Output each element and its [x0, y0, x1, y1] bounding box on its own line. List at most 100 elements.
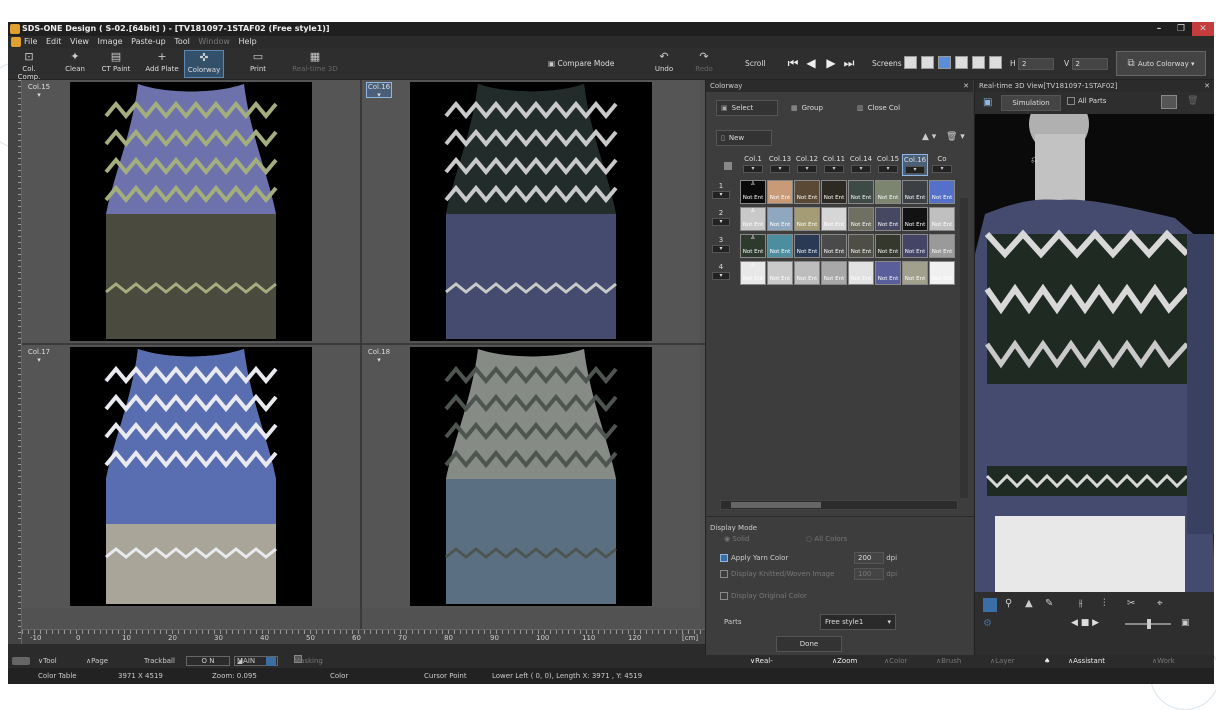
colorway-row-header[interactable]: 2 ▾: [710, 209, 732, 231]
colorway-horizontal-scrollbar[interactable]: [720, 500, 958, 510]
color-cell[interactable]: ♙ Not Ent: [740, 234, 766, 258]
camera-icon[interactable]: ▣: [983, 97, 992, 108]
realtime-3d-button[interactable]: ▦ Real-time 3D: [290, 50, 340, 78]
display-original-color-checkbox[interactable]: Display Original Color: [720, 592, 807, 600]
rotate-icon[interactable]: ⎌: [1031, 155, 1037, 164]
next-page-icon[interactable]: ▶: [824, 56, 838, 70]
col-comp-button[interactable]: ⊡ Col. Comp.: [12, 50, 46, 82]
needles-icon[interactable]: ⫲: [1079, 598, 1082, 609]
apply-yarn-color-checkbox[interactable]: Apply Yarn Color: [720, 554, 788, 562]
work-menu[interactable]: ∧ Work Menu: [1152, 655, 1176, 678]
color-cell[interactable]: Not Ent: [902, 180, 928, 204]
screen-layout-2-icon[interactable]: [921, 56, 934, 69]
color-cell[interactable]: Not Ent: [848, 180, 874, 204]
color-cell[interactable]: Not Ent: [848, 261, 874, 285]
color-cell[interactable]: ♙ Not Ent: [740, 261, 766, 285]
screen-layout-1-icon[interactable]: [904, 56, 917, 69]
menu-view[interactable]: View: [70, 37, 89, 46]
color-cell[interactable]: Not Ent: [821, 261, 847, 285]
scissors-icon[interactable]: ✂: [1127, 598, 1135, 609]
delete-icon[interactable]: 🗑 ▾: [946, 132, 965, 142]
chevron-down-icon[interactable]: ▾: [712, 191, 730, 199]
layer-menu[interactable]: ∧ Layer Menu: [990, 655, 1015, 678]
menu-file[interactable]: File: [24, 37, 37, 46]
color-cell[interactable]: ♙ Not Ent: [740, 180, 766, 204]
colorway-pane[interactable]: Col.17 ▾: [22, 345, 360, 608]
menu-help[interactable]: Help: [239, 37, 257, 46]
chevron-down-icon[interactable]: ▾: [743, 165, 763, 173]
close-button[interactable]: ✕: [1192, 22, 1214, 36]
done-button[interactable]: Done: [776, 636, 842, 652]
colorway-column-header[interactable]: Col.12 ▾: [794, 154, 820, 176]
realtime-3d-view-menu[interactable]: ∨ Real-time 3D View: [750, 655, 773, 684]
color-cell[interactable]: Not Ent: [767, 234, 793, 258]
close-3d-icon[interactable]: ✕: [1204, 80, 1210, 92]
pane-label[interactable]: Col.15 ▾: [26, 82, 52, 99]
group-button[interactable]: ▦ Group: [786, 100, 842, 116]
compare-mode-button[interactable]: ▣ Compare Mode: [548, 48, 614, 80]
color-cell[interactable]: Not Ent: [875, 207, 901, 231]
layer-icon[interactable]: [266, 657, 276, 666]
chevron-down-icon[interactable]: ▾: [712, 272, 730, 280]
color-cell[interactable]: Not Ent: [929, 234, 955, 258]
chevron-down-icon[interactable]: ▾: [878, 165, 898, 173]
menu-paste-up[interactable]: Paste-up: [131, 37, 166, 46]
h-spinner[interactable]: H 2: [1010, 48, 1055, 80]
color-cell[interactable]: Not Ent: [794, 234, 820, 258]
maximize-button[interactable]: ❐: [1170, 22, 1192, 36]
color-cell[interactable]: Not Ent: [767, 207, 793, 231]
colorway-column-header[interactable]: Col.16 ▾: [902, 154, 928, 176]
screen-layout-4-icon[interactable]: [938, 56, 951, 69]
colorway-vertical-scrollbar[interactable]: [960, 198, 968, 498]
chevron-down-icon[interactable]: ▾: [770, 165, 790, 173]
brush-menu[interactable]: ∧ Brush Menu: [936, 655, 961, 678]
chevron-down-icon[interactable]: ▾: [712, 245, 730, 253]
horizontal-scrollbar[interactable]: [8, 644, 705, 655]
colorway-pane[interactable]: Col.16 ▾: [362, 80, 700, 343]
screen-layout-h-icon[interactable]: [955, 56, 968, 69]
prev-page-icon[interactable]: ◀: [804, 56, 818, 70]
color-cell[interactable]: Not Ent: [767, 180, 793, 204]
color-cell[interactable]: Not Ent: [794, 261, 820, 285]
redo-button[interactable]: ↷ Redo: [692, 50, 716, 78]
clean-button[interactable]: ✦ Clean: [60, 50, 90, 78]
cone-icon[interactable]: ▲: [1025, 598, 1033, 609]
pane-label[interactable]: Col.18 ▾: [366, 347, 392, 364]
assistant-icon[interactable]: ♠: [1044, 655, 1050, 668]
panel-toggle-icon[interactable]: [12, 657, 30, 665]
page-list-toggle[interactable]: ∧ Page List: [86, 655, 108, 678]
v-spinner[interactable]: V 2: [1064, 48, 1108, 80]
all-colors-radio[interactable]: ○ All Colors: [806, 535, 847, 543]
close-col-button[interactable]: ▥ Close Col: [852, 100, 918, 116]
chevron-down-icon[interactable]: ▾: [932, 165, 952, 173]
3d-model-view[interactable]: ⎌: [975, 114, 1214, 592]
colorway-row-header[interactable]: 1 ▾: [710, 182, 732, 204]
play-controls-icon[interactable]: ◀ ■ ▶: [1071, 618, 1099, 628]
pin-icon[interactable]: ⚲: [1005, 598, 1012, 609]
display-knitted-checkbox[interactable]: Display Knitted/Woven Image: [720, 570, 834, 578]
slider-thumb[interactable]: [1147, 619, 1151, 629]
add-plate-button[interactable]: + Add Plate: [142, 50, 182, 78]
colorway-column-header[interactable]: Col.13 ▾: [767, 154, 793, 176]
yarn-cone-icon[interactable]: ▲ ▾: [922, 132, 936, 142]
screenshot-icon[interactable]: [1161, 95, 1177, 109]
chevron-down-icon[interactable]: ▾: [824, 165, 844, 173]
chevron-down-icon[interactable]: ▾: [905, 166, 925, 174]
shirt-icon[interactable]: [983, 598, 997, 612]
color-cell[interactable]: Not Ent: [929, 207, 955, 231]
dpi-input-2[interactable]: 100 dpi: [854, 568, 897, 580]
first-page-icon[interactable]: ⏮: [786, 56, 800, 70]
color-cell[interactable]: Not Ent: [794, 180, 820, 204]
trash-icon[interactable]: 🗑: [1187, 96, 1198, 106]
pane-label[interactable]: Col.16 ▾: [366, 82, 392, 99]
color-cell[interactable]: Not Ent: [821, 207, 847, 231]
all-parts-checkbox[interactable]: All Parts: [1067, 97, 1106, 105]
color-cell[interactable]: Not Ent: [929, 261, 955, 285]
minimize-button[interactable]: –: [1148, 22, 1170, 36]
menu-image[interactable]: Image: [98, 37, 123, 46]
new-button[interactable]: ▯ New: [716, 130, 772, 146]
parts-select[interactable]: Free style1 ▾: [820, 614, 896, 630]
trackball-toggle[interactable]: O N: [186, 656, 230, 666]
fit-icon[interactable]: ⌖: [1157, 598, 1163, 609]
color-cell[interactable]: Not Ent: [794, 207, 820, 231]
